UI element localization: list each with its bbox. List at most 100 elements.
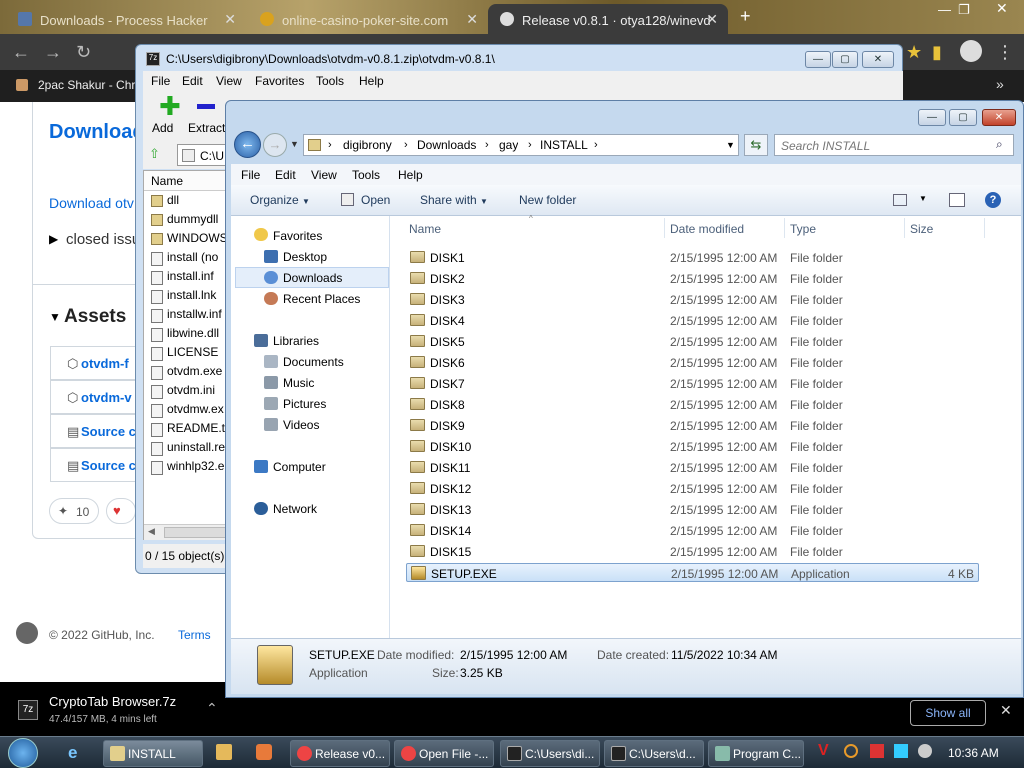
zip-list-item[interactable]: install.lnk xyxy=(151,288,231,307)
clock[interactable]: 10:36 AM xyxy=(948,746,999,760)
zip-list-item[interactable]: WINDOWS xyxy=(151,231,231,250)
file-row[interactable]: DISK4 2/15/1995 12:00 AM File folder xyxy=(406,311,979,330)
download-heading[interactable]: Download xyxy=(49,121,139,144)
ie-icon[interactable]: e xyxy=(68,743,77,763)
column-divider[interactable] xyxy=(664,218,665,238)
scroll-left-icon[interactable]: ◀ xyxy=(148,526,155,537)
back-button[interactable]: ← xyxy=(234,131,261,158)
volume-icon[interactable] xyxy=(918,744,932,758)
taskbar-item-7zip-1[interactable]: C:\Users\di... xyxy=(500,740,600,767)
organize-button[interactable]: Organize ▼ xyxy=(250,193,310,207)
file-row[interactable]: DISK1 2/15/1995 12:00 AM File folder xyxy=(406,248,979,267)
breadcrumb-gay[interactable]: gay xyxy=(499,138,518,152)
file-row[interactable]: DISK13 2/15/1995 12:00 AM File folder xyxy=(406,500,979,519)
tray-v-icon[interactable]: V xyxy=(818,742,829,760)
recent-pages-icon[interactable]: ▼ xyxy=(290,139,299,149)
close-icon[interactable]: ✕ xyxy=(224,11,236,28)
menu-view[interactable]: View xyxy=(216,74,242,88)
nav-favorites[interactable]: Favorites xyxy=(273,229,322,243)
zip-list-item[interactable]: otvdmw.ex xyxy=(151,402,231,421)
taskbar-item-program[interactable]: Program C... xyxy=(708,740,804,767)
address-dropdown-icon[interactable]: ▼ xyxy=(726,140,735,150)
column-name[interactable]: Name xyxy=(409,222,441,236)
nav-documents[interactable]: Documents xyxy=(283,355,344,369)
nav-music[interactable]: Music xyxy=(283,376,314,390)
menu-file[interactable]: File xyxy=(151,74,170,88)
preview-pane-icon[interactable] xyxy=(949,193,965,207)
zip-list-item[interactable]: dummydll xyxy=(151,212,231,231)
breadcrumb-digibrony[interactable]: digibrony xyxy=(343,138,392,152)
closed-issues-label[interactable]: closed issu xyxy=(66,231,141,248)
zip-list-item[interactable]: LICENSE xyxy=(151,345,231,364)
network-tray-icon[interactable] xyxy=(894,744,908,758)
reaction-button[interactable]: ✦ 10 xyxy=(49,498,99,524)
breadcrumb-separator[interactable]: › xyxy=(528,139,532,151)
taskbar-item-install[interactable]: INSTALL xyxy=(103,740,203,767)
triangle-down-icon[interactable]: ▼ xyxy=(49,310,61,324)
chevron-right-icon[interactable]: » xyxy=(996,76,1004,92)
taskbar-item-open-file[interactable]: Open File -... xyxy=(394,740,494,767)
breadcrumb-downloads[interactable]: Downloads xyxy=(417,138,476,152)
7zip-maximize-button[interactable]: ▢ xyxy=(832,51,858,68)
file-row[interactable]: DISK14 2/15/1995 12:00 AM File folder xyxy=(406,521,979,540)
taskbar-item-7zip-2[interactable]: C:\Users\d... xyxy=(604,740,704,767)
bookmark-2pac[interactable]: 2pac Shakur - Chro xyxy=(38,78,138,92)
file-row[interactable]: DISK9 2/15/1995 12:00 AM File folder xyxy=(406,416,979,435)
breadcrumb-separator[interactable]: › xyxy=(485,139,489,151)
column-divider[interactable] xyxy=(784,218,785,238)
column-divider[interactable] xyxy=(904,218,905,238)
file-row[interactable]: DISK7 2/15/1995 12:00 AM File folder xyxy=(406,374,979,393)
open-button[interactable]: Open xyxy=(341,193,390,207)
zip-list-item[interactable]: winhlp32.e xyxy=(151,459,231,478)
7zip-path-field[interactable]: C:\U xyxy=(177,144,227,166)
zip-list-item[interactable]: otvdm.ini xyxy=(151,383,231,402)
column-size[interactable]: Size xyxy=(910,222,933,236)
add-button[interactable]: ✚ Add xyxy=(151,93,187,139)
column-date-modified[interactable]: Date modified xyxy=(670,222,744,236)
menu-favorites[interactable]: Favorites xyxy=(255,74,304,88)
refresh-icon[interactable]: ⇆ xyxy=(744,134,768,156)
nav-videos[interactable]: Videos xyxy=(283,418,319,432)
back-icon[interactable]: ← xyxy=(12,42,30,63)
nav-network[interactable]: Network xyxy=(273,502,317,516)
close-icon[interactable]: ✕ xyxy=(1000,702,1012,719)
explorer-minimize-button[interactable]: — xyxy=(918,109,946,126)
zip-list-item[interactable]: otvdm.exe xyxy=(151,364,231,383)
chevron-up-icon[interactable]: ⌃ xyxy=(206,700,218,717)
file-row[interactable]: DISK6 2/15/1995 12:00 AM File folder xyxy=(406,353,979,372)
nav-desktop[interactable]: Desktop xyxy=(283,250,327,264)
zip-list-item[interactable]: README.tx xyxy=(151,421,231,440)
horizontal-scrollbar[interactable]: ◀ xyxy=(144,524,232,540)
view-options-icon[interactable] xyxy=(893,194,907,206)
menu-tools[interactable]: Tools xyxy=(352,168,380,182)
menu-help[interactable]: Help xyxy=(359,74,384,88)
file-row[interactable]: DISK10 2/15/1995 12:00 AM File folder xyxy=(406,437,979,456)
nav-recent-places[interactable]: Recent Places xyxy=(283,292,360,306)
search-tray-icon[interactable] xyxy=(844,744,858,758)
breadcrumb-separator[interactable]: › xyxy=(328,139,332,151)
new-tab-icon[interactable]: + xyxy=(740,6,751,27)
7zip-column-name[interactable]: Name xyxy=(144,171,232,191)
triangle-right-icon[interactable]: ▶ xyxy=(49,232,58,246)
zip-list-item[interactable]: install.inf xyxy=(151,269,231,288)
minimize-icon[interactable]: — xyxy=(938,2,951,17)
close-icon[interactable]: ✕ xyxy=(466,11,478,28)
7zip-minimize-button[interactable]: — xyxy=(805,51,831,68)
new-folder-button[interactable]: New folder xyxy=(519,193,576,207)
share-with-button[interactable]: Share with ▼ xyxy=(420,193,488,207)
menu-help[interactable]: Help xyxy=(398,168,423,182)
zip-list-item[interactable]: uninstall.re xyxy=(151,440,231,459)
column-type[interactable]: Type xyxy=(790,222,816,236)
media-player-icon[interactable] xyxy=(216,744,232,760)
show-all-button[interactable]: Show all xyxy=(910,700,986,726)
extract-button[interactable]: Extract xyxy=(187,93,225,139)
extension-icon[interactable]: ▮ xyxy=(932,42,942,63)
file-row[interactable]: DISK11 2/15/1995 12:00 AM File folder xyxy=(406,458,979,477)
column-divider[interactable] xyxy=(984,218,985,238)
menu-view[interactable]: View xyxy=(311,168,337,182)
file-row[interactable]: DISK15 2/15/1995 12:00 AM File folder xyxy=(406,542,979,561)
search-icon[interactable]: ⌕ xyxy=(996,137,1003,152)
search-input[interactable]: Search INSTALL xyxy=(774,134,1014,156)
chevron-down-icon[interactable]: ▼ xyxy=(919,194,927,203)
flag-icon[interactable] xyxy=(870,744,884,758)
